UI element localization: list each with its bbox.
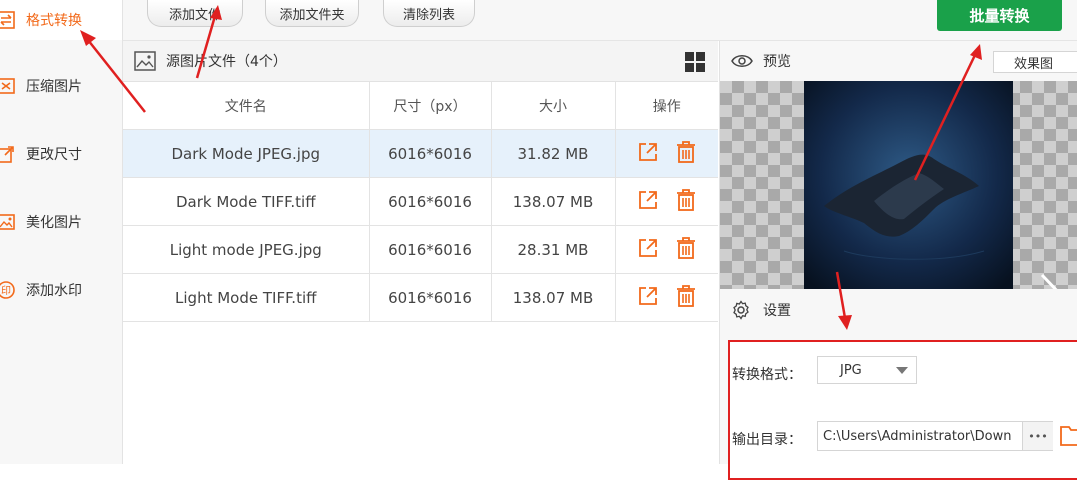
actions-cell (615, 225, 718, 274)
delete-icon[interactable] (676, 140, 696, 167)
file-panel: 源图片文件（4个） 文件名 尺寸（px） 大小 操作 Dark Mode JPE… (123, 41, 718, 464)
dimensions-cell: 6016*6016 (369, 273, 492, 322)
eye-icon (731, 53, 753, 69)
table-header-row: 文件名 尺寸（px） 大小 操作 (123, 82, 718, 130)
open-icon[interactable] (637, 237, 659, 263)
actions-cell (615, 177, 718, 226)
compress-icon (0, 76, 16, 96)
table-row[interactable]: Dark Mode TIFF.tiff 6016*6016 138.07 MB (123, 177, 718, 226)
file-name-cell: Dark Mode JPEG.jpg (123, 129, 370, 178)
delete-icon[interactable] (676, 188, 696, 215)
grid-view-icon[interactable] (684, 51, 706, 73)
settings-title: 设置 (763, 303, 791, 319)
format-value: JPG (840, 362, 862, 378)
preview-mode-value: 效果图 (1014, 56, 1054, 72)
column-header-filename[interactable]: 文件名 (123, 82, 370, 130)
filesize-cell: 138.07 MB (491, 273, 616, 322)
column-header-dimensions[interactable]: 尺寸（px） (369, 82, 492, 130)
output-directory-field[interactable]: C:\Users\Administrator\Down (817, 421, 1053, 451)
chevron-down-icon (896, 367, 908, 374)
open-icon[interactable] (637, 141, 659, 167)
file-table: 文件名 尺寸（px） 大小 操作 Dark Mode JPEG.jpg 6016… (123, 82, 718, 322)
preview-title: 预览 (763, 54, 791, 70)
file-name-cell: Light Mode TIFF.tiff (123, 273, 370, 322)
sidebar-item-label: 添加水印 (26, 283, 82, 299)
clear-list-button[interactable]: 清除列表 (383, 0, 475, 27)
sidebar-item-format-convert[interactable]: 格式转换 (0, 0, 122, 40)
file-name-cell: Dark Mode TIFF.tiff (123, 177, 370, 226)
gear-icon (731, 300, 751, 320)
open-icon[interactable] (637, 285, 659, 311)
dimensions-cell: 6016*6016 (369, 129, 492, 178)
filesize-cell: 28.31 MB (491, 225, 616, 274)
browse-more-button[interactable]: ••• (1022, 422, 1053, 450)
beautify-icon (0, 212, 16, 232)
dimensions-cell: 6016*6016 (369, 177, 492, 226)
filesize-cell: 31.82 MB (491, 129, 616, 178)
resize-icon (0, 144, 16, 164)
preview-image (804, 81, 1013, 289)
file-panel-header: 源图片文件（4个） (123, 41, 718, 82)
add-folder-button[interactable]: 添加文件夹 (265, 0, 359, 27)
output-directory-value: C:\Users\Administrator\Down (823, 428, 1012, 444)
toolbar: 添加文件 添加文件夹 清除列表 (123, 0, 1077, 41)
settings-header: 设置 (720, 289, 1077, 331)
sidebar-item-resize[interactable]: 更改尺寸 (0, 134, 122, 174)
preview-area (720, 81, 1077, 289)
add-file-button[interactable]: 添加文件 (147, 0, 243, 27)
preview-mode-select[interactable]: 效果图 (993, 51, 1077, 73)
output-label: 输出目录： (732, 432, 802, 448)
sidebar-item-label: 格式转换 (26, 13, 82, 29)
table-row[interactable]: Light Mode TIFF.tiff 6016*6016 138.07 MB (123, 273, 718, 322)
next-arrow-icon[interactable] (1038, 271, 1068, 289)
format-label: 转换格式： (732, 367, 802, 383)
filesize-cell: 138.07 MB (491, 177, 616, 226)
open-icon[interactable] (637, 189, 659, 215)
actions-cell (615, 129, 718, 178)
dimensions-cell: 6016*6016 (369, 225, 492, 274)
folder-icon[interactable] (1060, 424, 1077, 446)
watermark-icon: 印 (0, 280, 16, 300)
sidebar-item-beautify[interactable]: 美化图片 (0, 202, 122, 242)
format-select[interactable]: JPG (817, 356, 917, 384)
actions-cell (615, 273, 718, 322)
sidebar: 格式转换 压缩图片 更改尺寸 美化图片 印 添加水印 (0, 0, 123, 464)
sidebar-item-label: 压缩图片 (26, 79, 82, 95)
delete-icon[interactable] (676, 236, 696, 263)
table-row[interactable]: Dark Mode JPEG.jpg 6016*6016 31.82 MB (123, 129, 718, 178)
svg-text:印: 印 (1, 285, 11, 297)
right-panel: 预览 效果图 设置 转换格式： JPG 输出目录： C:\Users\Admin… (719, 41, 1077, 480)
sidebar-item-label: 更改尺寸 (26, 147, 82, 163)
settings-box: 转换格式： JPG 输出目录： C:\Users\Administrator\D… (728, 340, 1077, 480)
delete-icon[interactable] (676, 284, 696, 311)
sidebar-item-compress[interactable]: 压缩图片 (0, 66, 122, 106)
sidebar-item-watermark[interactable]: 印 添加水印 (0, 270, 122, 310)
file-name-cell: Light mode JPEG.jpg (123, 225, 370, 274)
sidebar-item-label: 美化图片 (26, 215, 82, 231)
file-panel-title: 源图片文件（4个） (166, 54, 287, 70)
image-icon (134, 51, 156, 71)
table-row[interactable]: Light mode JPEG.jpg 6016*6016 28.31 MB (123, 225, 718, 274)
column-header-size[interactable]: 大小 (491, 82, 616, 130)
format-convert-icon (0, 10, 16, 30)
column-header-actions: 操作 (615, 82, 718, 130)
batch-convert-button[interactable]: 批量转换 (937, 0, 1062, 31)
